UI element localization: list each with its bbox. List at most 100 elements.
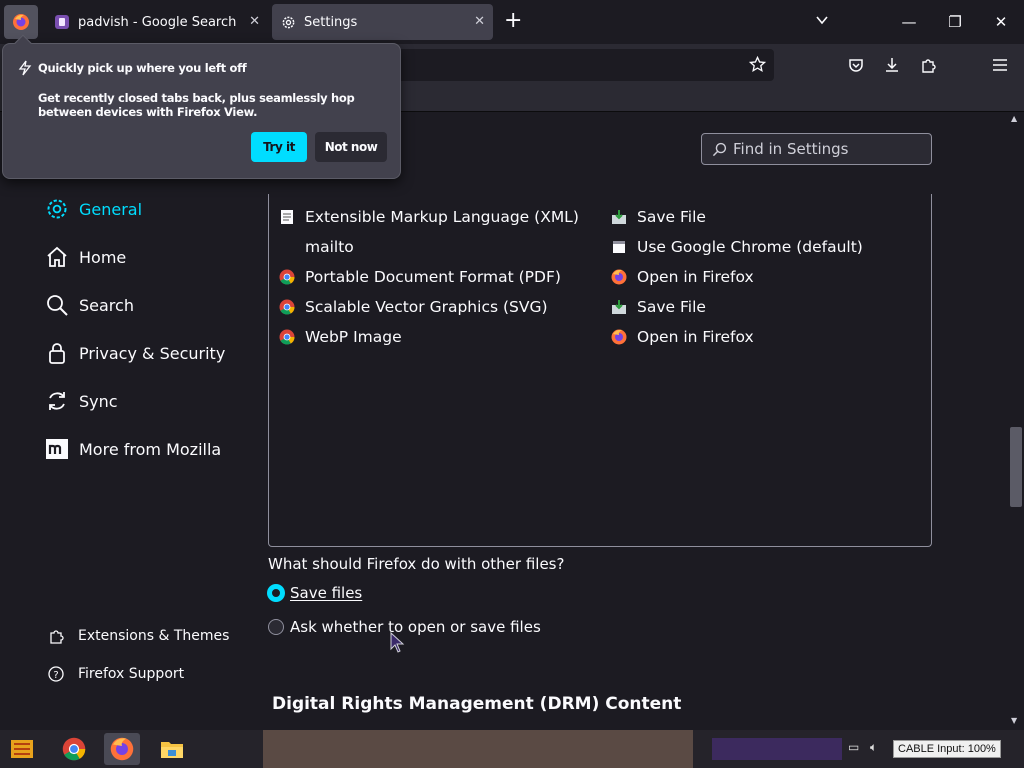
list-all-tabs-icon[interactable]: [815, 12, 829, 31]
sidebar-firefox-support[interactable]: ? Firefox Support: [46, 664, 184, 684]
radio-label: Save files: [290, 584, 363, 602]
search-icon: [44, 292, 70, 318]
browser-window: padvish - Google Search ✕ Settings ✕ + —…: [0, 0, 1024, 768]
puzzle-icon: [46, 626, 66, 646]
chrome-icon: [279, 329, 295, 345]
minimize-button[interactable]: —: [886, 0, 932, 44]
url-bar[interactable]: [396, 49, 774, 81]
table-row[interactable]: WebP Image Open in Firefox: [269, 324, 933, 354]
other-files-question: What should Firefox do with other files?: [268, 555, 565, 573]
windows-taskbar: ▭ 🔈︎ CABLE Input: 100%: [0, 730, 1024, 768]
sidebar-item-label: More from Mozilla: [79, 439, 222, 459]
table-row[interactable]: Portable Document Format (PDF) Open in F…: [269, 264, 933, 294]
tray-tooltip: CABLE Input: 100%: [893, 740, 1001, 758]
maximize-button[interactable]: ❐: [932, 0, 978, 44]
content-type-label: Scalable Vector Graphics (SVG): [305, 298, 548, 316]
search-icon: [712, 142, 727, 156]
chrome-icon: [279, 269, 295, 285]
save-file-icon: [611, 299, 627, 315]
content-type-label: Portable Document Format (PDF): [305, 268, 561, 286]
radio-selected-indicator[interactable]: [268, 585, 284, 601]
chrome-taskbar-icon[interactable]: [56, 733, 92, 765]
tab-google-search[interactable]: padvish - Google Search ✕: [46, 4, 268, 40]
firefox-icon: [611, 269, 627, 285]
menu-icon[interactable]: [990, 55, 1010, 75]
try-it-button[interactable]: Try it: [251, 132, 307, 162]
sidebar-item-label: Search: [79, 295, 134, 315]
firefox-icon: [13, 14, 29, 30]
sidebar-item-sync[interactable]: Sync: [44, 386, 118, 416]
close-window-button[interactable]: ✕: [978, 0, 1024, 44]
taskbar-thumbnail-image: [263, 730, 693, 768]
tab-settings[interactable]: Settings ✕: [272, 4, 493, 40]
sidebar-item-privacy-security[interactable]: Privacy & Security: [44, 338, 225, 368]
firefox-taskbar-icon[interactable]: [104, 733, 140, 765]
tab-title: Settings: [304, 14, 358, 30]
settings-page: General Home Search Privacy & Security S…: [0, 112, 1008, 730]
firefox-view-button[interactable]: [4, 5, 38, 39]
content-type-label: Extensible Markup Language (XML): [305, 208, 579, 226]
radio-label: Ask whether to open or save files: [290, 618, 541, 636]
sidebar-item-general[interactable]: General: [44, 194, 142, 224]
help-icon: ?: [46, 664, 66, 684]
sidebar-extensions-themes[interactable]: Extensions & Themes: [46, 626, 229, 646]
new-tab-button[interactable]: +: [504, 10, 522, 32]
action-label: Open in Firefox: [637, 268, 754, 286]
application-icon: [611, 239, 627, 255]
start-icon[interactable]: [4, 733, 40, 765]
lock-icon: [44, 340, 70, 366]
not-now-button[interactable]: Not now: [315, 132, 387, 162]
lightning-icon: [18, 60, 32, 80]
svg-text:?: ?: [53, 670, 58, 681]
table-row[interactable]: Scalable Vector Graphics (SVG) Save File: [269, 294, 933, 324]
content-type-label: WebP Image: [305, 328, 402, 346]
page-scrollbar[interactable]: ▲ ▼: [1008, 112, 1024, 730]
action-label: Save File: [637, 298, 706, 316]
tab-title: padvish - Google Search: [78, 14, 237, 30]
scroll-up-arrow-icon[interactable]: ▲: [1011, 114, 1017, 123]
action-label: Open in Firefox: [637, 328, 754, 346]
padvish-favicon-icon: [54, 14, 70, 30]
taskbar-decoration: [712, 738, 842, 760]
sidebar-item-label: Sync: [79, 391, 118, 411]
sidebar-footer-label: Extensions & Themes: [78, 628, 230, 644]
sync-icon: [44, 388, 70, 414]
home-icon: [44, 244, 70, 270]
chrome-icon: [279, 299, 295, 315]
sidebar-item-label: Home: [79, 247, 127, 267]
close-tab-icon[interactable]: ✕: [249, 14, 260, 29]
drm-section-heading: Digital Rights Management (DRM) Content: [272, 694, 682, 714]
close-tab-icon[interactable]: ✕: [474, 14, 485, 29]
action-label: Use Google Chrome (default): [637, 238, 863, 256]
applications-list[interactable]: Extensible Markup Language (XML) Save Fi…: [268, 194, 932, 547]
save-files-radio[interactable]: Save files: [268, 584, 362, 602]
content-type-label: mailto: [305, 238, 354, 256]
bookmark-star-icon[interactable]: [748, 55, 767, 77]
downloads-icon[interactable]: [882, 55, 902, 75]
table-row[interactable]: Extensible Markup Language (XML) Save Fi…: [269, 204, 933, 234]
popup-title: Quickly pick up where you left off: [38, 61, 247, 75]
scroll-down-arrow-icon[interactable]: ▼: [1011, 716, 1017, 725]
extensions-icon[interactable]: [918, 55, 938, 75]
firefox-view-promo-popup: Quickly pick up where you left off Get r…: [2, 34, 401, 179]
sidebar-item-home[interactable]: Home: [44, 242, 126, 272]
mouse-cursor-icon: [390, 631, 406, 658]
find-in-settings-field[interactable]: [701, 133, 932, 165]
network-icon[interactable]: ▭: [848, 740, 859, 754]
sidebar-item-search[interactable]: Search: [44, 290, 134, 320]
tab-strip: padvish - Google Search ✕ Settings ✕ + —…: [0, 0, 1024, 44]
search-input[interactable]: [733, 140, 923, 158]
file-explorer-icon[interactable]: [154, 733, 190, 765]
sidebar-item-more-from-mozilla[interactable]: More from Mozilla: [44, 434, 221, 464]
sidebar-item-label: General: [79, 199, 143, 219]
radio-unselected-indicator[interactable]: [268, 619, 284, 635]
table-row[interactable]: mailto Use Google Chrome (default): [269, 234, 933, 264]
firefox-icon: [611, 329, 627, 345]
popup-body: Get recently closed tabs back, plus seam…: [38, 91, 355, 119]
mozilla-logo-icon: [44, 436, 70, 462]
volume-icon[interactable]: 🔈︎: [870, 740, 877, 755]
sidebar-item-label: Privacy & Security: [79, 343, 226, 363]
scrollbar-thumb[interactable]: [1010, 427, 1022, 507]
gear-icon: [280, 14, 296, 30]
pocket-icon[interactable]: [846, 55, 866, 75]
